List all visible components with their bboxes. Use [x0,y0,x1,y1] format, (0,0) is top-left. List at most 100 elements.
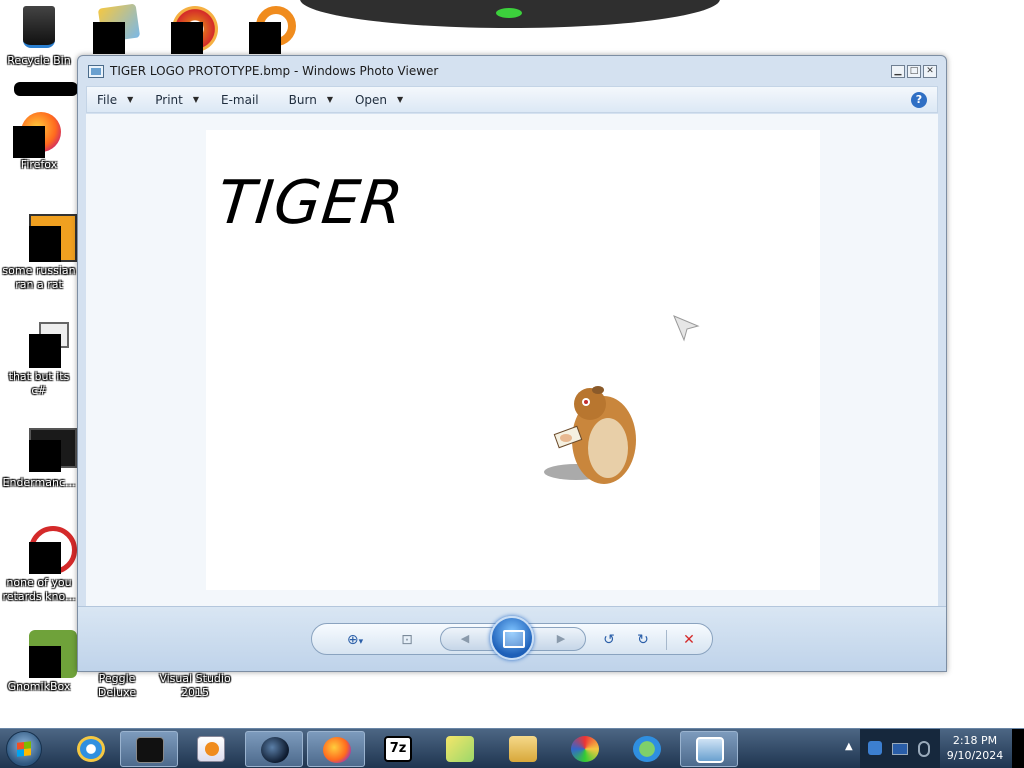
system-clock[interactable]: 2:18 PM 9/10/2024 [940,733,1010,763]
notification-area [860,729,940,768]
desktop-icon-label: Endermanc... [2,476,76,489]
desktop-wallpaper-arc [300,0,720,28]
desktop-icon-recycle-bin[interactable]: Recycle Bin [0,4,78,68]
close-button[interactable]: ✕ [923,65,937,78]
menu-label: File [97,92,118,107]
wallpaper-streak [14,82,78,96]
folder-icon [509,736,537,762]
start-button[interactable] [6,731,42,767]
desktop-icon-label: that but its c# [8,370,70,397]
window-titlebar[interactable]: TIGER LOGO PROTOTYPE.bmp - Windows Photo… [78,56,946,86]
tray-app-icon[interactable] [868,741,882,755]
chevron-down-icon: ▼ [127,95,134,104]
toolbar-divider [666,630,667,650]
desktop-icon-label: Recycle Bin [7,54,71,67]
app-e-icon [15,214,77,262]
rotate-cw-button[interactable]: ↻ [632,629,654,651]
menu-burn[interactable]: Burn ▼ [289,93,333,107]
desktop-icon-russian-rat[interactable]: some russian ran a rat [0,214,78,292]
taskbar-sticky-notes[interactable] [431,731,489,767]
menu-bar: File ▼ Print ▼ E-mail Burn ▼ Open ▼ ? [86,86,938,113]
desktop-icon-visual-studio[interactable]: Visual Studio 2015 [156,672,234,700]
taskbar-media-player[interactable] [182,731,240,767]
taskbar-7zip[interactable]: 7z [369,731,427,767]
network-icon[interactable] [892,743,908,755]
image-tiger-text: TIGER [214,168,408,238]
previous-icon: ◀ [460,632,470,645]
chevron-down-icon: ▾ [358,637,364,647]
menu-label: Print [155,92,183,107]
menu-label: E-mail [221,92,259,107]
gnome-box-icon [15,630,77,678]
taskbar-firefox[interactable] [307,731,365,767]
next-button[interactable]: ▶ [549,628,573,650]
taskbar-globe-app[interactable] [245,731,303,767]
delete-button[interactable]: ✕ [678,629,700,651]
chevron-down-icon: ▼ [326,95,333,104]
zoom-icon: ⊕ [346,632,359,648]
slideshow-button[interactable] [490,616,534,660]
terminal-app-icon [136,737,164,763]
chevron-down-icon: ▼ [192,95,200,104]
desktop-icon-label: some russian ran a rat [2,264,76,291]
desktop-icon-c-sharp[interactable]: that but its c# [0,320,78,398]
zoom-button[interactable]: ⊕▾ [338,629,372,651]
menu-email[interactable]: E-mail [221,93,259,107]
image-viewport: TIGER [86,114,938,606]
sticky-notes-icon [446,736,474,762]
desktop-icon-firefox[interactable]: Firefox [0,108,78,172]
desktop-icon-label: Peggle Deluxe [97,672,137,699]
desktop-icon-label: GnomikBox [7,680,71,693]
previous-button[interactable]: ◀ [453,628,477,650]
rotate-cw-icon: ↻ [637,632,649,648]
help-icon[interactable]: ? [911,92,927,108]
globe-app-icon [261,737,289,763]
recycle-bin-icon [15,4,63,52]
desktop-icon-peggle[interactable]: Peggle Deluxe [78,672,156,700]
delete-icon: ✕ [683,632,695,648]
tray-overflow-arrow[interactable]: ▲ [845,741,853,752]
controls-bar: ⊕▾ ⊡ ◀ ▶ ↺ ↻ ✕ [311,616,713,660]
photo-viewer-taskbar-icon [696,737,724,763]
desktop-icon-label: none of you retards kno... [2,576,76,603]
media-player-icon [197,736,225,762]
taskbar-folder[interactable] [494,731,552,767]
actual-size-button[interactable]: ⊡ [396,629,418,651]
desktop-icon-endermanch[interactable]: Endermanc... [0,426,78,490]
actual-size-icon: ⊡ [401,632,413,648]
hamster-icon [544,386,636,484]
menu-print[interactable]: Print ▼ [155,93,199,107]
redacted-icon [171,22,203,54]
taskbar: 7z ▲ 2:18 PM 9/10/2024 [0,728,1024,768]
chevron-down-icon: ▼ [397,95,404,104]
internet-explorer-icon [77,736,105,762]
taskbar-paint[interactable] [556,731,614,767]
desktop-icon-gnomikbox[interactable]: GnomikBox [0,630,78,694]
redacted-icon [249,22,281,54]
maximize-button[interactable]: □ [907,65,921,78]
photo-viewer-icon [88,64,104,78]
messenger-icon [633,736,661,762]
menu-label: Burn [288,92,317,107]
next-icon: ▶ [556,632,566,645]
rotate-ccw-button[interactable]: ↺ [598,629,620,651]
clock-time: 2:18 PM [952,734,998,747]
taskbar-terminal-app[interactable] [120,731,178,767]
windows-stack-icon [15,320,69,368]
photo-viewer-window: TIGER LOGO PROTOTYPE.bmp - Windows Photo… [77,55,947,672]
taskbar-internet-explorer[interactable] [62,731,120,767]
menu-open[interactable]: Open ▼ [355,93,403,107]
firefox-taskbar-icon [323,737,351,763]
desktop-icon-none-of-you[interactable]: none of you retards kno... [0,526,78,604]
taskbar-messenger[interactable] [618,731,676,767]
window-title: TIGER LOGO PROTOTYPE.bmp - Windows Photo… [110,64,439,78]
7zip-icon: 7z [384,736,412,762]
wallpaper-glow [496,8,522,18]
taskbar-photo-viewer[interactable] [680,731,738,767]
show-desktop-button[interactable] [1012,729,1024,768]
menu-file[interactable]: File ▼ [97,93,133,107]
minimize-button[interactable]: ▁ [891,65,905,78]
viewer-controls: ⊕▾ ⊡ ◀ ▶ ↺ ↻ ✕ [78,606,946,671]
red-circle-icon [15,526,77,574]
volume-icon[interactable] [918,741,930,757]
